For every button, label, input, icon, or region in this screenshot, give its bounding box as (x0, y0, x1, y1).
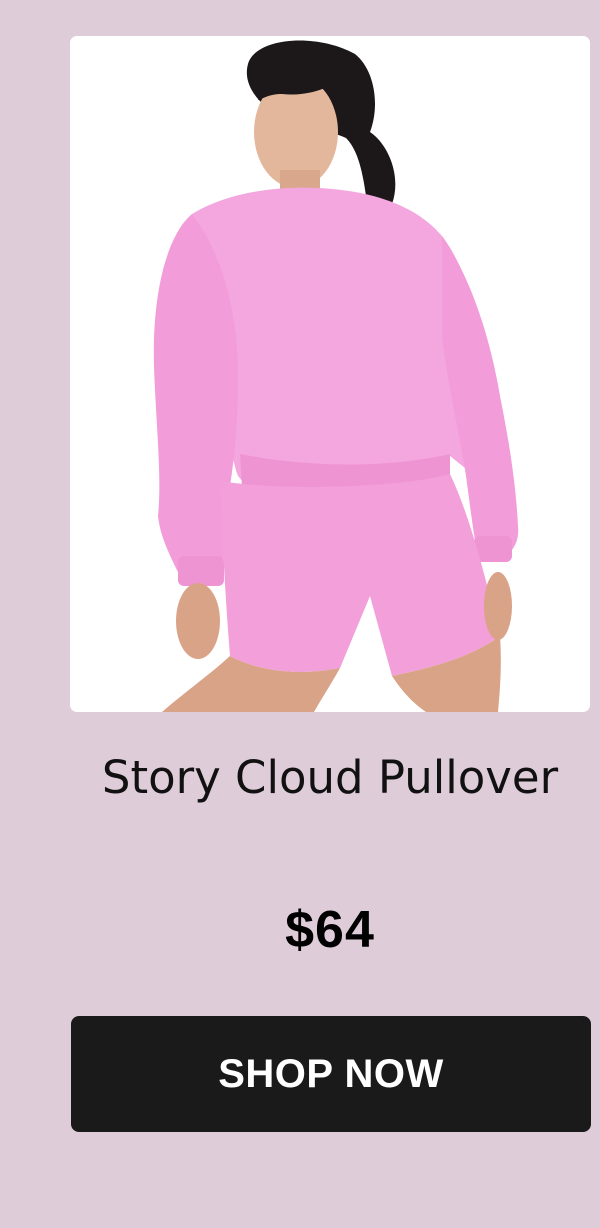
shop-now-button[interactable]: SHOP NOW (71, 1016, 591, 1132)
product-image[interactable] (70, 36, 590, 712)
product-price: $64 (285, 901, 375, 959)
product-title: Story Cloud Pullover (101, 751, 559, 804)
product-photo-illustration (153, 40, 519, 712)
